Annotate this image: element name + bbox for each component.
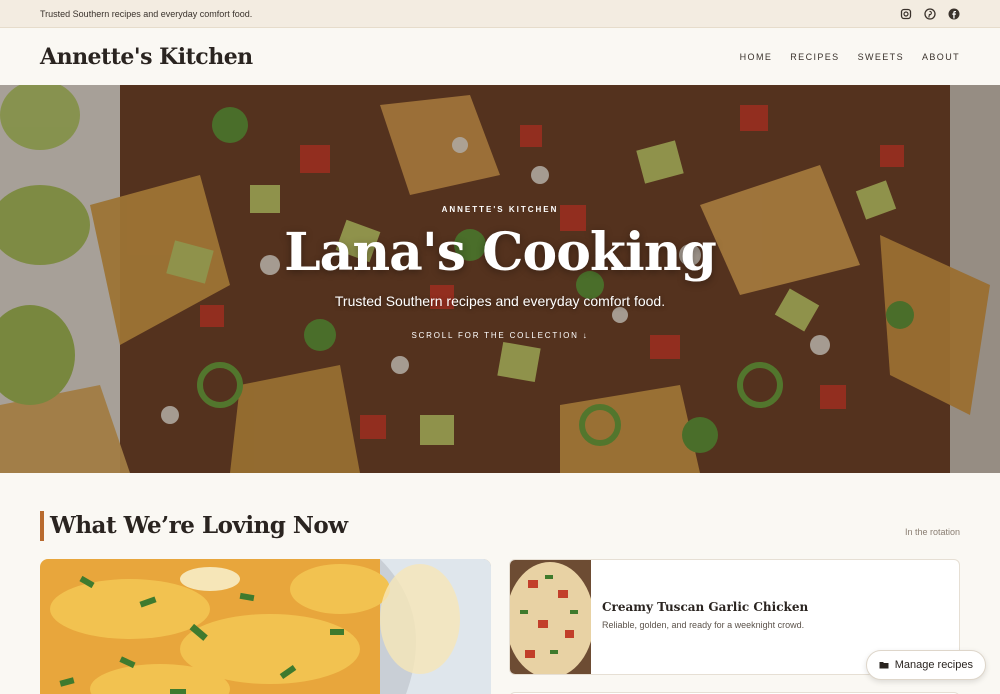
nav-menu: HOME RECIPES SWEETS ABOUT	[740, 52, 960, 62]
loving-now-header: What We’re Loving Now In the rotation	[0, 473, 1000, 541]
top-bar: Trusted Southern recipes and everyday co…	[0, 0, 1000, 28]
hero-content: ANNETTE'S KITCHEN Lana's Cooking Trusted…	[0, 205, 1000, 340]
section-title: What We’re Loving Now	[40, 511, 348, 541]
hero-banner: ANNETTE'S KITCHEN Lana's Cooking Trusted…	[0, 85, 1000, 473]
site-brand[interactable]: Annette's Kitchen	[40, 44, 253, 70]
section-note: In the rotation	[904, 527, 960, 537]
recipe-card-title[interactable]: Creamy Tuscan Garlic Chicken	[602, 600, 808, 614]
featured-recipe-card[interactable]	[40, 559, 491, 694]
recipe-cards: Creamy Tuscan Garlic Chicken Reliable, g…	[0, 541, 1000, 694]
top-bar-tagline: Trusted Southern recipes and everyday co…	[40, 8, 253, 19]
instagram-icon[interactable]	[900, 8, 912, 20]
nav-item-recipes[interactable]: RECIPES	[790, 52, 839, 62]
hero-title: Lana's Cooking	[284, 222, 717, 283]
scroll-link[interactable]: SCROLL FOR THE COLLECTION ↓	[0, 331, 1000, 340]
nav-item-sweets[interactable]: SWEETS	[858, 52, 904, 62]
manage-recipes-button[interactable]: Manage recipes	[865, 650, 986, 680]
social-links	[900, 7, 960, 20]
hero-kicker: ANNETTE'S KITCHEN	[441, 205, 559, 214]
nav-item-home[interactable]: HOME	[740, 52, 773, 62]
hero-subtitle: Trusted Southern recipes and everyday co…	[334, 293, 666, 309]
folder-icon	[879, 662, 889, 669]
facebook-icon[interactable]	[948, 8, 960, 20]
recipe-card-description: Reliable, golden, and ready for a weekni…	[602, 620, 805, 630]
manage-recipes-label: Manage recipes	[894, 659, 973, 671]
main-navbar: Annette's Kitchen HOME RECIPES SWEETS AB…	[0, 28, 1000, 85]
tuscan-chicken-thumbnail	[510, 560, 591, 674]
nav-item-about[interactable]: ABOUT	[922, 52, 960, 62]
pinterest-icon[interactable]	[924, 7, 936, 20]
enchilada-photo	[40, 559, 491, 694]
